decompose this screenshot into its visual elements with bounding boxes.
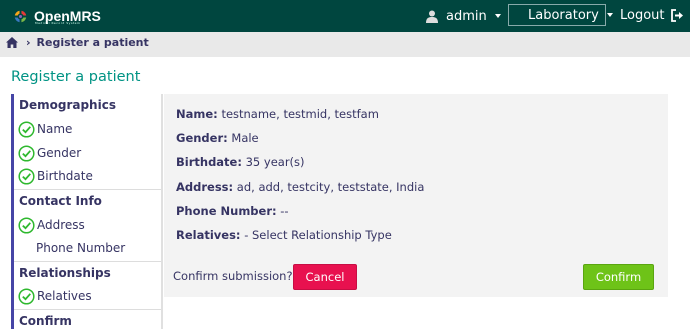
check-circle-icon xyxy=(18,120,35,138)
sidebar-divider xyxy=(161,94,163,329)
cancel-button[interactable]: Cancel xyxy=(293,264,357,290)
main-panel: Register a patient Demographics Name Gen… xyxy=(0,57,690,329)
step-relatives[interactable]: Relatives xyxy=(18,285,92,307)
page-title: Register a patient xyxy=(11,69,141,85)
openmrs-logo[interactable]: OpenMRS Medical Record System xyxy=(11,6,101,26)
field-label: Gender: xyxy=(176,131,228,145)
field-value: testname, testmid, testfam xyxy=(221,107,379,121)
user-icon xyxy=(426,10,438,23)
user-name: admin xyxy=(446,8,487,24)
field-value: - Select Relationship Type xyxy=(244,228,392,242)
confirm-question: Confirm submission? xyxy=(173,269,293,283)
breadcrumb: › Register a patient xyxy=(0,32,690,53)
home-icon[interactable] xyxy=(6,37,18,48)
section-contact-info[interactable]: Contact Info xyxy=(14,189,163,212)
field-label: Relatives: xyxy=(176,228,241,242)
section-confirm[interactable]: Confirm xyxy=(14,309,163,329)
field-value: ad, add, testcity, teststate, India xyxy=(236,180,425,194)
section-relationships[interactable]: Relationships xyxy=(14,261,163,284)
field-value: 35 year(s) xyxy=(245,155,305,169)
chevron-down-icon xyxy=(606,13,613,17)
field-label: Address: xyxy=(176,180,234,194)
logout-link[interactable]: Logout xyxy=(620,7,684,23)
summary-name: Name: testname, testmid, testfam xyxy=(176,107,379,121)
check-circle-icon xyxy=(18,216,35,234)
step-label: Phone Number xyxy=(36,241,126,255)
confirm-button[interactable]: Confirm xyxy=(583,264,654,290)
check-circle-icon xyxy=(18,167,35,185)
step-address[interactable]: Address xyxy=(18,214,85,236)
field-label: Birthdate: xyxy=(176,155,242,169)
summary-relatives: Relatives: - Select Relationship Type xyxy=(176,228,392,242)
logo-tagline: Medical Record System xyxy=(35,21,81,25)
step-label: Name xyxy=(37,122,73,136)
registration-steps-nav: Demographics Name Gender Birthdate Conta… xyxy=(11,94,163,329)
check-circle-icon xyxy=(18,144,35,162)
field-value: -- xyxy=(280,204,289,218)
check-circle-icon xyxy=(18,287,35,305)
summary-gender: Gender: Male xyxy=(176,131,259,145)
summary-address: Address: ad, add, testcity, teststate, I… xyxy=(176,180,424,194)
summary-birthdate: Birthdate: 35 year(s) xyxy=(176,155,305,169)
step-label: Relatives xyxy=(37,289,92,303)
openmrs-logo-icon xyxy=(14,10,27,22)
logout-icon xyxy=(670,8,683,22)
field-label: Name: xyxy=(176,107,218,121)
field-label: Phone Number: xyxy=(176,204,277,218)
summary-phone-number: Phone Number: -- xyxy=(176,204,289,218)
logout-label: Logout xyxy=(620,7,665,23)
step-gender[interactable]: Gender xyxy=(18,142,81,164)
breadcrumb-current: Register a patient xyxy=(36,36,149,49)
step-name[interactable]: Name xyxy=(18,118,72,140)
top-header: OpenMRS Medical Record System admin Labo… xyxy=(0,0,690,32)
section-demographics[interactable]: Demographics xyxy=(14,94,163,117)
location-name: Laboratory xyxy=(528,7,599,23)
location-menu[interactable]: Laboratory xyxy=(508,4,613,26)
step-birthdate[interactable]: Birthdate xyxy=(18,165,93,187)
chevron-down-icon xyxy=(494,14,501,18)
step-label: Gender xyxy=(37,146,82,160)
field-value: Male xyxy=(231,131,259,145)
chevron-right-icon: › xyxy=(26,36,31,49)
step-label: Birthdate xyxy=(37,169,93,183)
user-menu[interactable]: admin xyxy=(426,8,501,24)
step-phone-number[interactable]: Phone Number xyxy=(36,237,125,259)
step-label: Address xyxy=(37,218,85,232)
